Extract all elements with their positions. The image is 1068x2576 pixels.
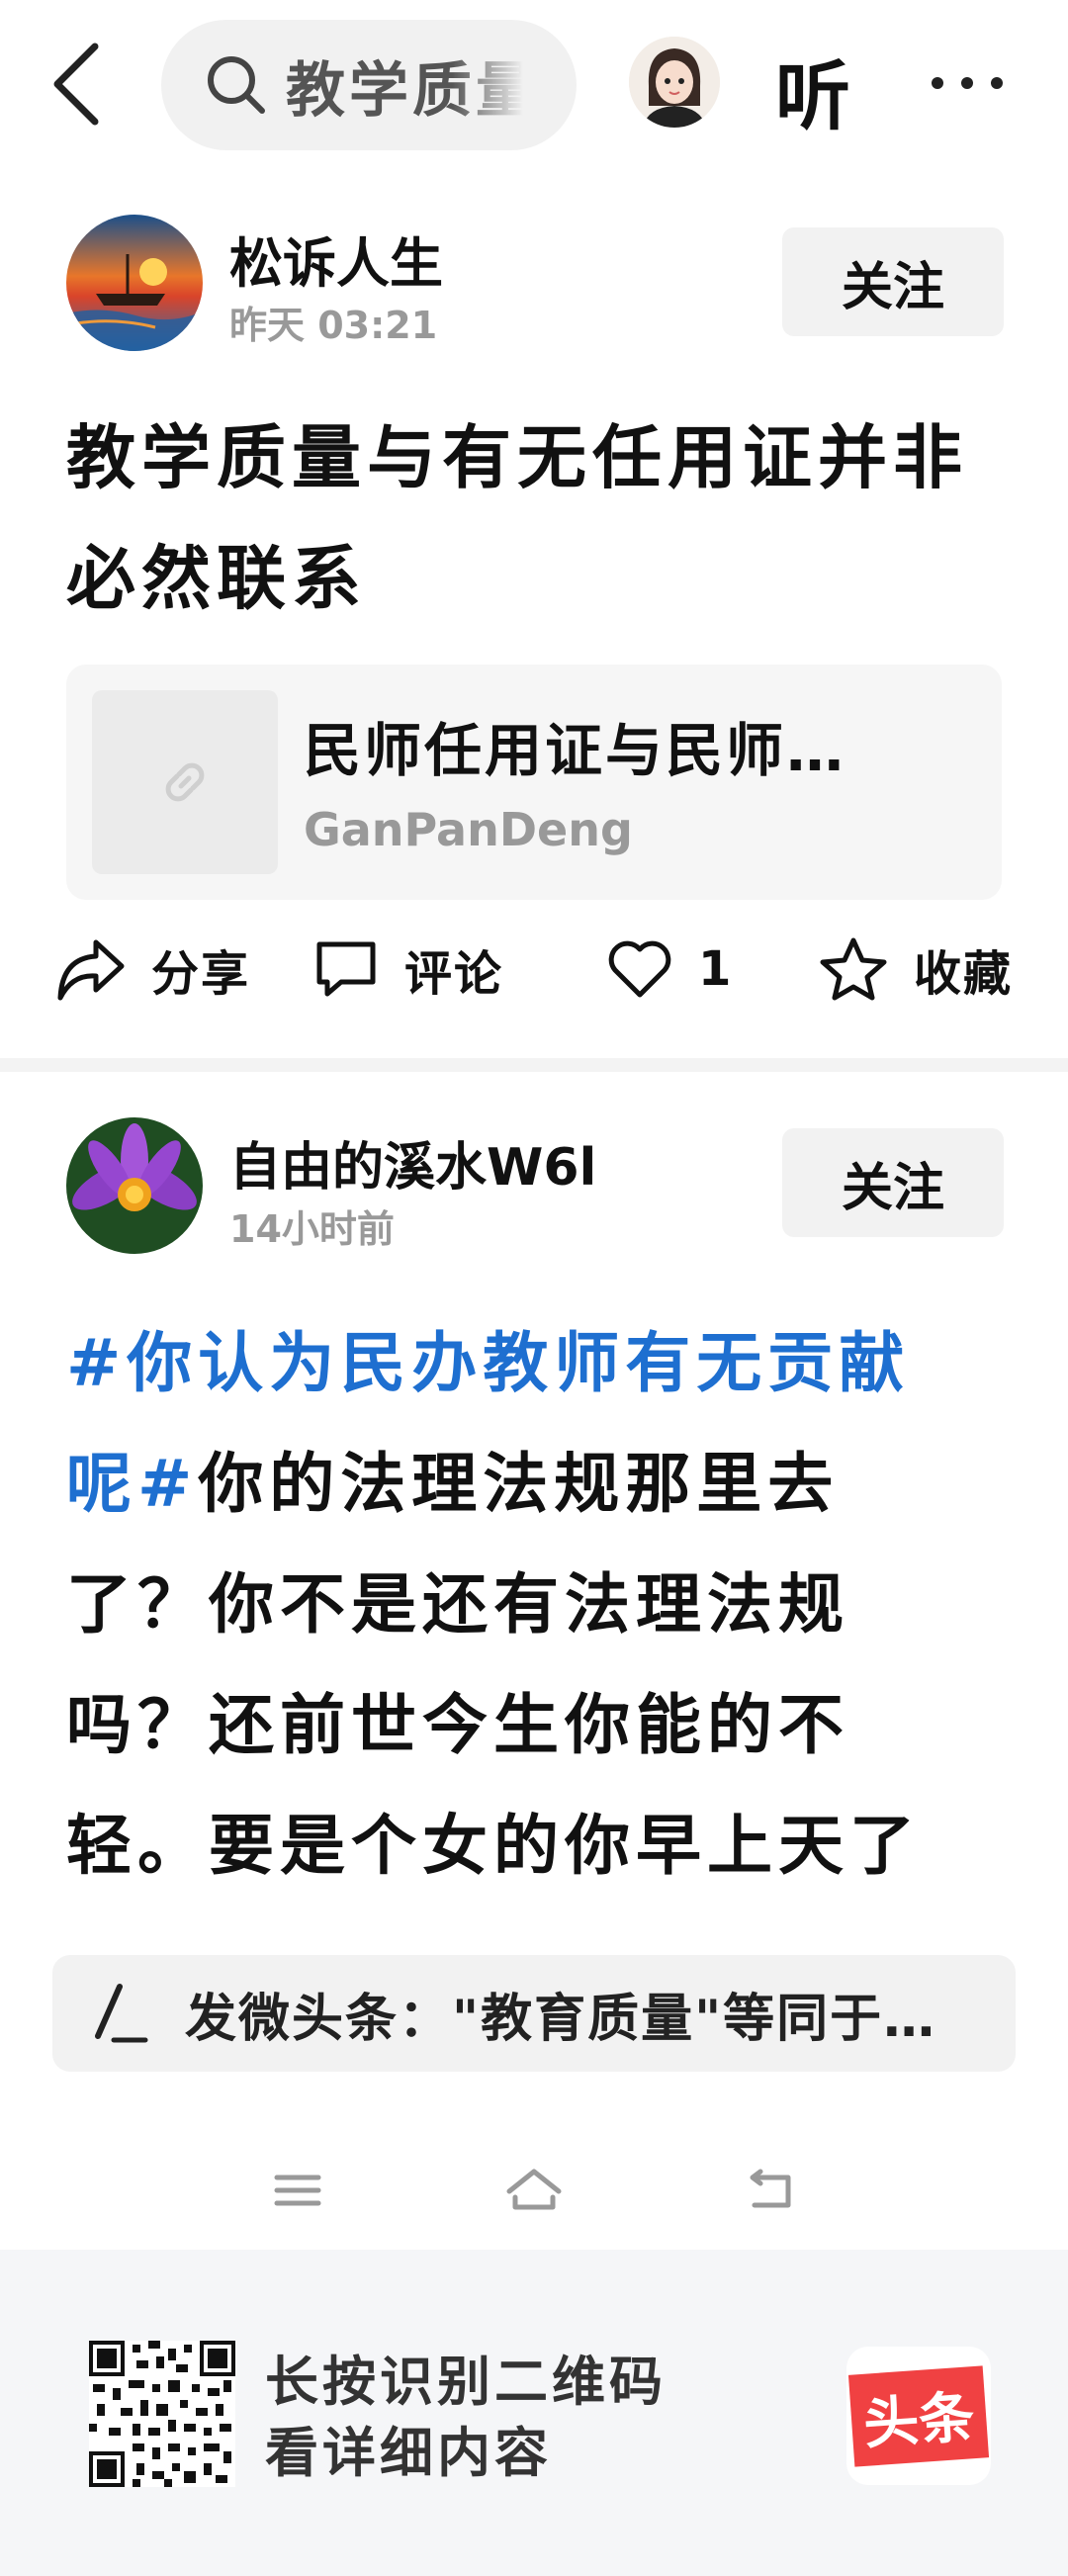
link-source: GanPanDeng — [304, 803, 633, 856]
author-name[interactable]: 松诉人生 — [229, 220, 443, 298]
link-thumbnail — [92, 690, 278, 874]
author-name[interactable]: 自由的溪水W6l — [229, 1125, 596, 1199]
post-time: 昨天 03:21 — [229, 304, 438, 347]
pen-icon — [95, 1984, 148, 2043]
author-avatar[interactable] — [66, 215, 203, 351]
action-bar: 分享 评论 1 收藏 — [0, 930, 1068, 1009]
post-title[interactable]: 教学质量与有无任用证并非必然联系 — [66, 398, 1016, 639]
qr-code[interactable] — [89, 2341, 235, 2487]
purple-flower-avatar-icon — [66, 1117, 203, 1254]
menu-icon — [274, 2175, 321, 2206]
sunset-boat-avatar-icon — [66, 215, 203, 351]
like-count: 1 — [698, 941, 734, 997]
follow-button[interactable]: 关注 — [782, 1128, 1004, 1237]
share-button[interactable]: 分享 — [56, 930, 250, 1009]
back-nav-button[interactable] — [737, 2156, 806, 2225]
author-avatar[interactable] — [66, 1117, 203, 1254]
toutiao-logo-text: 头条 — [847, 2364, 990, 2467]
compose-bar[interactable]: 发微头条："教育质量"等同于… — [52, 1955, 1016, 2072]
share-footer: 长按识别二维码 看详细内容 头条 — [0, 2250, 1068, 2576]
back-arrow-icon — [750, 2169, 791, 2208]
comment-button[interactable]: 评论 — [313, 930, 503, 1009]
user-avatar[interactable] — [629, 37, 720, 128]
listen-button[interactable]: 听 — [775, 36, 850, 144]
favorite-label: 收藏 — [914, 946, 1014, 1002]
share-label: 分享 — [151, 946, 251, 1002]
post-body[interactable]: #你认为民办教师有无贡献呢#你的法理法规那里去了？你不是还有法理法规吗？还前世今… — [66, 1303, 976, 1916]
star-icon — [820, 937, 887, 1001]
heart-icon — [608, 940, 671, 998]
link-icon — [165, 762, 205, 802]
toutiao-logo: 头条 — [846, 2347, 991, 2485]
system-nav-bar — [0, 2146, 1068, 2235]
search-input[interactable]: 教学质量 — [161, 20, 577, 150]
link-title: 民师任用证与民师… — [304, 717, 847, 784]
chevron-left-icon — [53, 43, 99, 126]
compose-bar-text: 发微头条："教育质量"等同于… — [185, 1989, 937, 2049]
share-icon — [57, 939, 125, 1001]
home-icon — [506, 2169, 562, 2210]
qr-code-icon — [89, 2341, 235, 2487]
footer-hint-line1: 长按识别二维码 — [265, 2351, 667, 2413]
link-card[interactable]: 民师任用证与民师… GanPanDeng — [66, 665, 1002, 900]
home-button[interactable] — [499, 2156, 569, 2225]
comment-icon — [316, 941, 376, 997]
back-button[interactable] — [51, 40, 121, 129]
search-icon — [208, 56, 265, 114]
menu-button[interactable] — [263, 2156, 332, 2225]
post-divider — [0, 1058, 1068, 1072]
avatar-icon — [629, 37, 720, 128]
more-dots-icon — [932, 77, 1003, 89]
footer-hint: 长按识别二维码 看详细内容 — [265, 2347, 667, 2489]
post-time: 14小时前 — [229, 1207, 395, 1251]
top-bar: 教学质量 听 — [0, 0, 1068, 173]
favorite-button[interactable]: 收藏 — [819, 930, 1013, 1009]
like-button[interactable]: 1 — [607, 930, 733, 1009]
more-button[interactable] — [928, 44, 1007, 123]
search-query-text: 教学质量 — [286, 55, 523, 126]
footer-hint-line2: 看详细内容 — [265, 2422, 552, 2484]
follow-button[interactable]: 关注 — [782, 227, 1004, 336]
comment-label: 评论 — [404, 946, 504, 1002]
